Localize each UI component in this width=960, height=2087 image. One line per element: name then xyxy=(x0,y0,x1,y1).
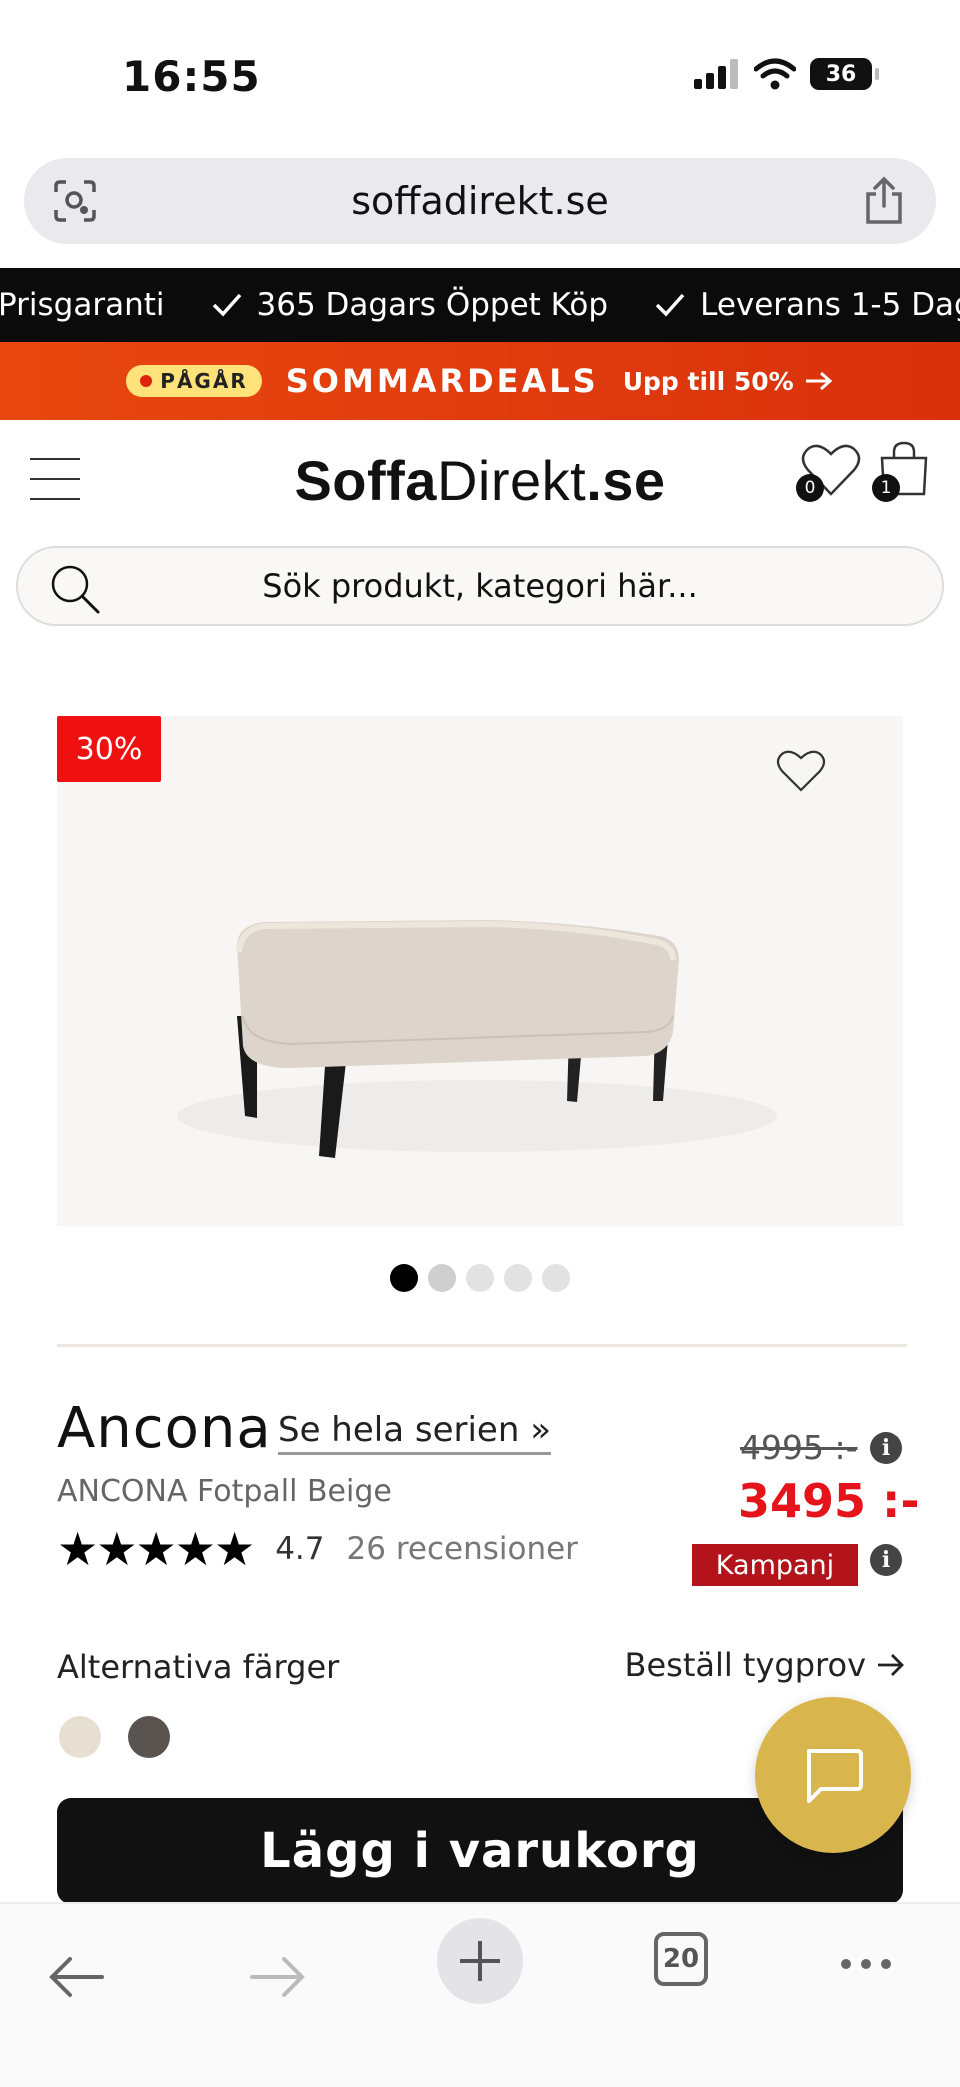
gallery-dot[interactable] xyxy=(542,1264,570,1292)
promo-subtitle: Upp till 50% xyxy=(623,367,834,396)
live-pill-label: PÅGÅR xyxy=(160,369,248,393)
gallery-dot[interactable] xyxy=(466,1264,494,1292)
alternative-colors-label: Alternativa färger xyxy=(57,1648,340,1686)
logo-bold: Soffa xyxy=(294,449,437,512)
forward-icon[interactable] xyxy=(248,1952,308,2002)
wifi-icon xyxy=(754,58,796,90)
live-dot-icon xyxy=(140,375,153,387)
plus-icon xyxy=(460,1941,500,1981)
logo-regular: Direkt xyxy=(436,449,587,512)
url-text: soffadirekt.se xyxy=(351,179,609,223)
usp-item: 365 Dagars Öppet Köp xyxy=(211,287,609,323)
battery-indicator: 36 xyxy=(810,58,879,90)
site-header: SoffaDirekt.se 0 1 xyxy=(0,420,960,538)
check-icon xyxy=(655,293,685,317)
discount-badge: 30% xyxy=(57,716,161,782)
chat-button[interactable] xyxy=(755,1697,911,1853)
camera-search-icon[interactable] xyxy=(52,178,98,224)
usp-label: Leverans 1-5 Dagar xyxy=(700,287,960,323)
product-subtitle: ANCONA Fotpall Beige xyxy=(57,1474,392,1509)
usp-label: Prisgaranti xyxy=(0,287,165,323)
usp-label: 365 Dagars Öppet Köp xyxy=(256,287,609,323)
gallery-pagination[interactable] xyxy=(0,1264,960,1292)
address-bar[interactable]: soffadirekt.se xyxy=(24,158,936,244)
order-sample-link[interactable]: Beställ tygprov xyxy=(625,1646,907,1684)
gallery-dot[interactable] xyxy=(428,1264,456,1292)
product-name: Ancona xyxy=(57,1396,272,1461)
arrow-right-icon xyxy=(805,371,832,391)
share-icon[interactable] xyxy=(862,176,906,226)
sale-price: 3495 :- xyxy=(738,1474,920,1528)
order-sample-label: Beställ tygprov xyxy=(624,1646,867,1684)
gallery-dot[interactable] xyxy=(390,1264,418,1292)
check-icon xyxy=(212,293,241,317)
gallery-dot[interactable] xyxy=(504,1264,532,1292)
section-divider xyxy=(57,1344,907,1347)
live-pill: PÅGÅR xyxy=(126,365,262,397)
color-swatch-dark-grey[interactable] xyxy=(128,1716,170,1758)
logo-suffix: .se xyxy=(586,449,666,512)
usp-item: Prisgaranti xyxy=(0,287,165,323)
original-price: 4995 :- xyxy=(740,1428,858,1467)
arrow-right-icon xyxy=(878,1654,904,1676)
wishlist-count-badge: 0 xyxy=(796,474,824,502)
cart-count-badge: 1 xyxy=(872,474,900,502)
new-tab-button[interactable] xyxy=(437,1918,523,2004)
status-bar: 16:55 36 xyxy=(0,0,960,150)
search-icon xyxy=(51,565,100,614)
promo-banner[interactable]: PÅGÅR SOMMARDEALS Upp till 50% xyxy=(0,342,960,420)
heart-icon xyxy=(776,750,826,792)
review-count[interactable]: 26 recensioner xyxy=(347,1531,578,1567)
tabs-button[interactable]: 20 xyxy=(654,1932,708,1986)
status-time: 16:55 xyxy=(122,52,261,101)
cart-button[interactable]: 1 xyxy=(872,440,932,502)
promo-title: SOMMARDEALS xyxy=(285,362,599,400)
usp-strip: Prisgaranti 365 Dagars Öppet Köp Leveran… xyxy=(0,268,960,342)
more-icon[interactable] xyxy=(838,1956,894,1972)
browser-toolbar: 20 xyxy=(0,1902,960,2087)
rating-score: 4.7 xyxy=(275,1531,325,1567)
info-icon[interactable]: i xyxy=(870,1432,902,1464)
usp-item: Leverans 1-5 Dagar xyxy=(654,287,960,323)
campaign-badge: Kampanj xyxy=(692,1544,858,1586)
add-to-wishlist-button[interactable] xyxy=(775,748,827,798)
chat-icon xyxy=(807,1749,863,1803)
series-link[interactable]: Se hela serien » xyxy=(278,1410,551,1455)
back-icon[interactable] xyxy=(46,1952,106,2002)
color-swatch-beige[interactable] xyxy=(59,1716,101,1758)
status-icons: 36 xyxy=(694,58,879,90)
wishlist-button[interactable]: 0 xyxy=(796,442,862,502)
rating-stars: ★★★★★ xyxy=(57,1522,255,1576)
info-icon[interactable]: i xyxy=(870,1544,902,1576)
search-input[interactable]: Sök produkt, kategori här... xyxy=(16,546,944,626)
search-placeholder: Sök produkt, kategori här... xyxy=(262,567,698,605)
promo-subtitle-text: Upp till 50% xyxy=(622,366,794,396)
product-rating[interactable]: ★★★★★ 4.7 26 recensioner xyxy=(57,1522,578,1576)
signal-icon xyxy=(694,59,738,89)
